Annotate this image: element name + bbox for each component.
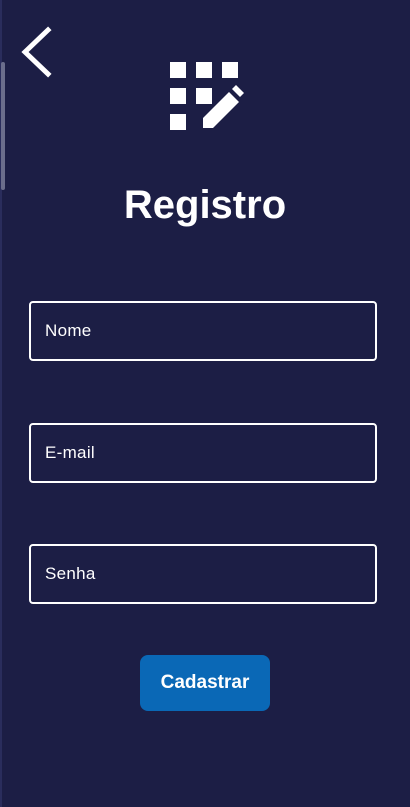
logo-icon — [170, 62, 244, 132]
page-title: Registro — [123, 183, 287, 227]
name-input[interactable] — [31, 303, 375, 359]
scroll-indicator — [1, 62, 5, 190]
chevron-left-icon — [21, 26, 52, 78]
name-field[interactable] — [29, 301, 377, 361]
email-input[interactable] — [31, 425, 375, 481]
grid-pencil-icon — [170, 62, 244, 130]
password-field[interactable] — [29, 544, 377, 604]
email-field[interactable] — [29, 423, 377, 483]
submit-button[interactable]: Cadastrar — [140, 655, 270, 711]
password-input[interactable] — [31, 546, 375, 602]
register-screen: Registro Cadastrar — [0, 0, 410, 807]
back-button[interactable] — [16, 24, 60, 80]
